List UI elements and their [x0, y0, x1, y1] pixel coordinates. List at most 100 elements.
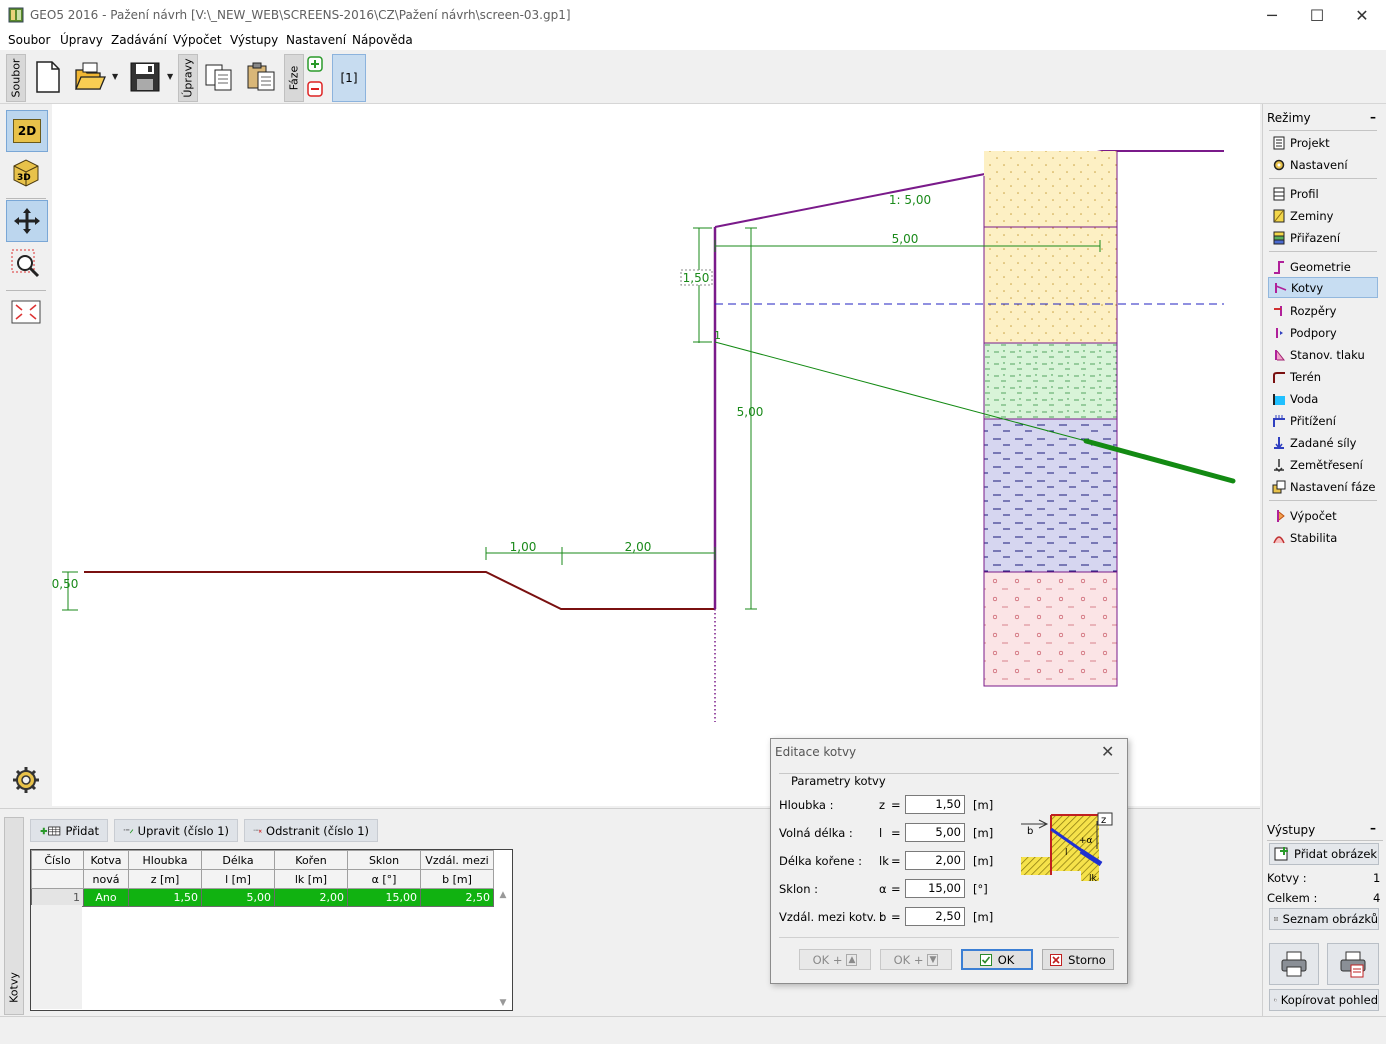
add-table-icon: [40, 826, 61, 835]
mode-kotvy[interactable]: Kotvy: [1268, 277, 1378, 298]
mode-geometrie[interactable]: Geometrie: [1268, 256, 1378, 277]
mode-stanov-tlaku[interactable]: Stanov. tlaku: [1268, 344, 1378, 365]
anchor-icon: [1275, 282, 1287, 293]
add-picture-button[interactable]: Přidat obrázek: [1269, 843, 1379, 865]
toolbar: Soubor ▼ ▼ Úpravy Fáze [1]: [0, 50, 1386, 104]
menu-nastaveni[interactable]: Nastavení: [286, 33, 346, 47]
mode-pritizeni[interactable]: Přitížení: [1268, 410, 1378, 431]
remove-anchor-button[interactable]: Odstranit (číslo 1): [244, 819, 378, 842]
ok-button[interactable]: OK: [961, 949, 1033, 970]
delete-x-icon: [253, 829, 262, 833]
mode-profil[interactable]: Profil: [1268, 183, 1378, 204]
picture-list-button[interactable]: Seznam obrázků: [1269, 908, 1379, 930]
cell-l[interactable]: 5,00: [201, 888, 275, 907]
copy-view-button[interactable]: Kopírovat pohled: [1269, 989, 1379, 1011]
mode-zadane-sily[interactable]: Zadané síly: [1268, 432, 1378, 453]
menu-zadavani[interactable]: Zadávání: [111, 33, 167, 47]
pan-tool-button[interactable]: [6, 200, 48, 242]
remove-stage-icon[interactable]: [307, 81, 323, 97]
tool-separator: [6, 290, 46, 291]
row-number: 1: [31, 888, 84, 907]
diagram-z-label: z: [1101, 815, 1106, 826]
ok-plus-up-button[interactable]: OK + ▲: [799, 949, 871, 970]
dialog-close-icon[interactable]: ✕: [1101, 742, 1114, 761]
settings-gear-button[interactable]: [6, 760, 46, 800]
col-kotva: Kotva: [83, 850, 129, 870]
depth-input[interactable]: 1,50: [905, 795, 965, 814]
collapse-outputs-button[interactable]: –: [1370, 821, 1376, 835]
bottom-tab-kotvy[interactable]: Kotvy: [4, 817, 24, 1015]
menu-soubor[interactable]: Soubor: [8, 33, 50, 47]
scroll-up-icon[interactable]: ▲: [495, 890, 511, 900]
col-koren: Kořen: [274, 850, 348, 870]
status-bar: [0, 1016, 1386, 1044]
outputs-header: Výstupy: [1267, 823, 1316, 837]
open-dropdown-icon[interactable]: ▼: [112, 72, 120, 81]
mode-rozpery[interactable]: Rozpěry: [1268, 300, 1378, 321]
mode-voda[interactable]: Voda: [1268, 388, 1378, 409]
cell-z[interactable]: 1,50: [128, 888, 202, 907]
print-button[interactable]: [1269, 943, 1319, 985]
zoom-extents-button[interactable]: [6, 292, 46, 332]
cancel-button[interactable]: Storno: [1042, 949, 1114, 970]
picture-list-icon: [1274, 917, 1278, 921]
mode-nastaveni[interactable]: Nastavení: [1268, 154, 1378, 175]
maximize-button[interactable]: ☐: [1294, 0, 1340, 31]
cell-lk[interactable]: 2,00: [274, 888, 348, 907]
view-3d-button[interactable]: 3D: [6, 152, 46, 192]
free-length-input[interactable]: 5,00: [905, 823, 965, 842]
collapse-modes-button[interactable]: –: [1370, 110, 1376, 124]
view-2d-button[interactable]: 2D: [6, 110, 48, 152]
cell-nova[interactable]: Ano: [83, 888, 129, 907]
anchor-diagram: z b +α l lk: [1021, 812, 1113, 884]
drawing-canvas[interactable]: 1: 5,00 5,00 1,50 5,00 1,00 2,00 0,50 1: [52, 104, 1260, 806]
close-button[interactable]: ✕: [1339, 0, 1385, 31]
zoom-tool-button[interactable]: [6, 244, 46, 284]
minimize-button[interactable]: ─: [1249, 0, 1295, 31]
stage-1-label: [1]: [340, 71, 358, 85]
print-pdf-button[interactable]: [1327, 943, 1379, 985]
table-scrollbar[interactable]: ▲ ▼: [495, 890, 511, 1008]
move-arrows-icon: [14, 208, 40, 234]
paste-data-button[interactable]: [241, 56, 281, 98]
new-file-button[interactable]: [28, 56, 68, 98]
open-file-button[interactable]: [70, 56, 110, 98]
col-koren-unit: lk [m]: [274, 869, 348, 889]
table-row[interactable]: 1 Ano 1,50 5,00 2,00 15,00 2,50: [31, 888, 494, 907]
save-file-button[interactable]: [125, 56, 165, 98]
scroll-down-icon[interactable]: ▼: [495, 998, 511, 1008]
toolbar-tab-soubor[interactable]: Soubor: [6, 54, 26, 102]
mode-teren[interactable]: Terén: [1268, 366, 1378, 387]
dim-anchor-depth-label: 1,50: [683, 271, 710, 285]
pressure-icon: [1275, 349, 1286, 360]
cell-b[interactable]: 2,50: [420, 888, 494, 907]
mode-stabilita[interactable]: Stabilita: [1268, 527, 1378, 548]
mode-podpory[interactable]: Podpory: [1268, 322, 1378, 343]
menu-vystupy[interactable]: Výstupy: [230, 33, 278, 47]
mode-vypocet[interactable]: Výpočet: [1268, 505, 1378, 526]
stage-1-button[interactable]: [1]: [332, 54, 366, 102]
menu-napoveda[interactable]: Nápověda: [352, 33, 413, 47]
menu-vypocet[interactable]: Výpočet: [173, 33, 222, 47]
inclination-input[interactable]: 15,00: [905, 879, 965, 898]
anchors-table[interactable]: Číslo Kotva Hloubka Délka Kořen Sklon Vz…: [30, 849, 513, 1011]
spacing-input[interactable]: 2,50: [905, 907, 965, 926]
mode-zemetreseni[interactable]: Zemětřesení: [1268, 454, 1378, 475]
toolbar-tab-upravy[interactable]: Úpravy: [178, 54, 198, 102]
geometry-icon: [1274, 260, 1284, 274]
mode-prirazeni[interactable]: Přiřazení: [1268, 227, 1378, 248]
mode-projekt[interactable]: Projekt: [1268, 132, 1378, 153]
root-length-input[interactable]: 2,00: [905, 851, 965, 870]
copy-data-button[interactable]: [199, 56, 239, 98]
add-stage-icon[interactable]: [307, 56, 323, 72]
save-dropdown-icon[interactable]: ▼: [167, 72, 175, 81]
cell-alpha[interactable]: 15,00: [347, 888, 421, 907]
menu-upravy[interactable]: Úpravy: [60, 33, 103, 47]
toolbar-tab-faze[interactable]: Fáze: [284, 54, 304, 102]
edit-anchor-button[interactable]: Upravit (číslo 1): [114, 819, 238, 842]
mode-zeminy[interactable]: Zeminy: [1268, 205, 1378, 226]
ok-plus-down-button[interactable]: OK + ▼: [880, 949, 952, 970]
mode-nastaveni-faze[interactable]: Nastavení fáze: [1268, 476, 1378, 497]
add-anchor-button[interactable]: Přidat: [30, 819, 108, 842]
kotvy-count-label: Kotvy :: [1267, 871, 1307, 885]
